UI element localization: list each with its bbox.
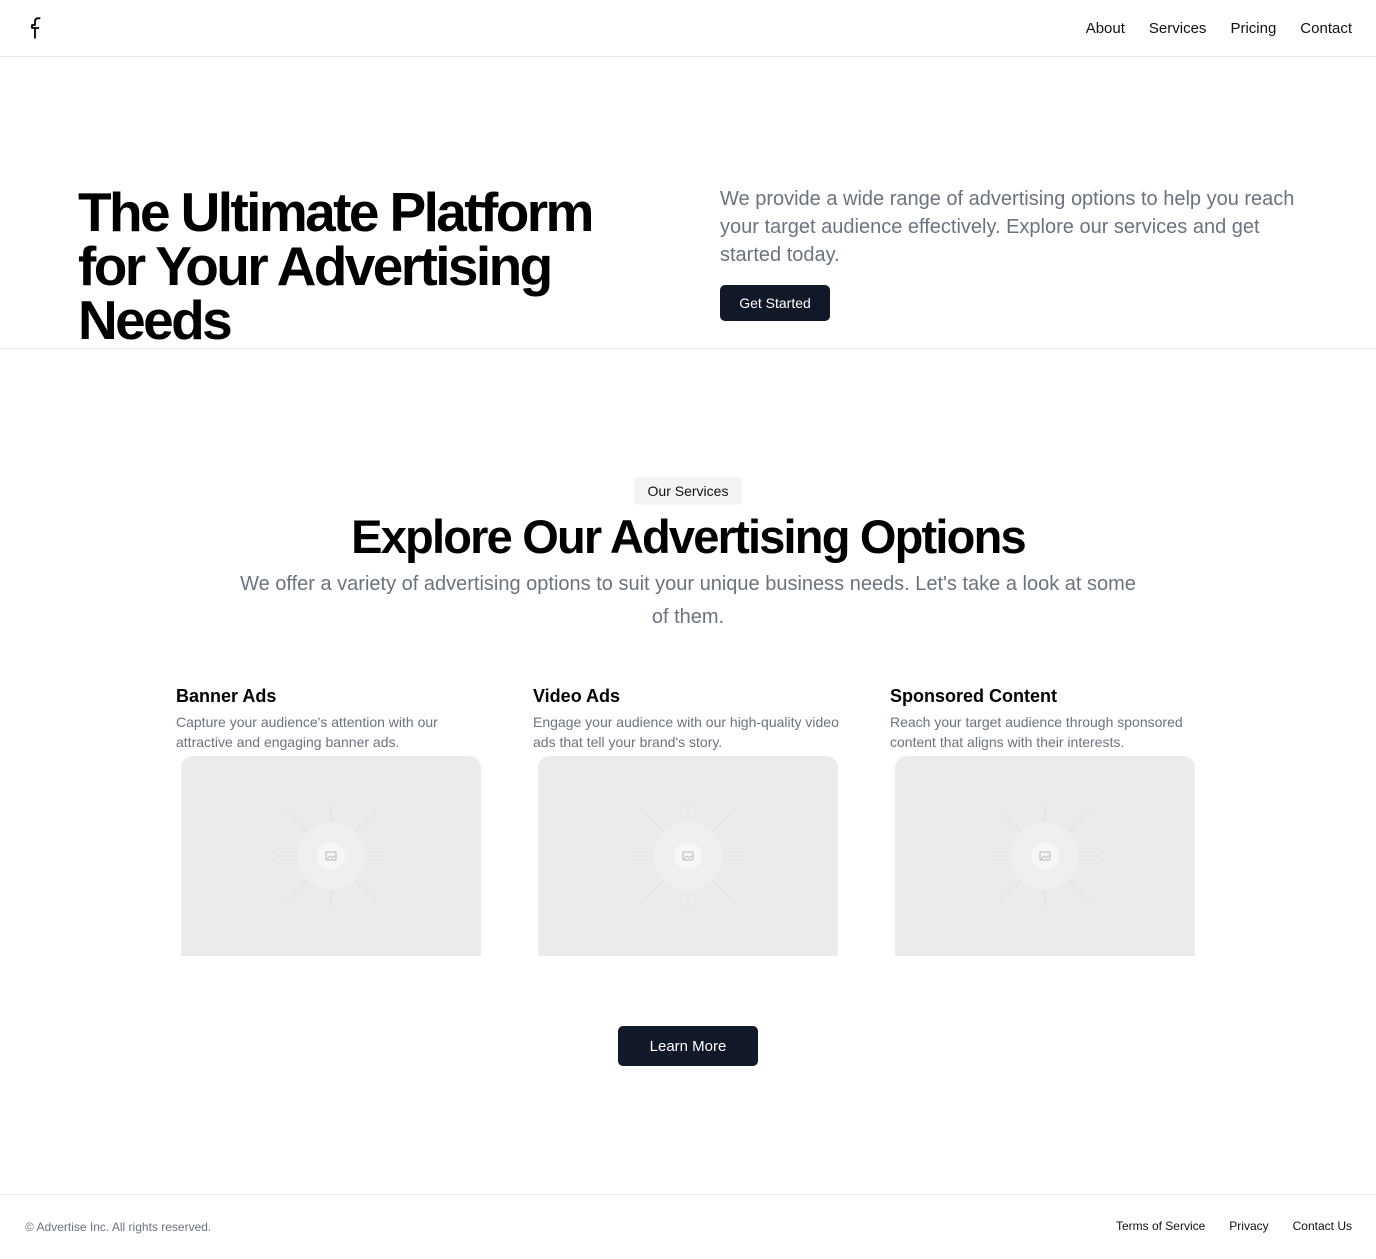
nav-link-contact[interactable]: Contact bbox=[1300, 20, 1352, 37]
card-title: Banner Ads bbox=[176, 686, 277, 706]
image-placeholder-icon bbox=[276, 804, 386, 908]
footer-link-contact[interactable]: Contact Us bbox=[1293, 1219, 1352, 1233]
nav-link-about[interactable]: About bbox=[1086, 20, 1125, 37]
card-title: Video Ads bbox=[533, 686, 621, 706]
card-image-placeholder bbox=[538, 756, 838, 956]
get-started-button[interactable]: Get Started bbox=[720, 285, 830, 321]
nav-link-pricing[interactable]: Pricing bbox=[1230, 20, 1276, 37]
service-card-sponsored-content: Sponsored Content Reach your target audi… bbox=[890, 684, 1200, 956]
image-placeholder-icon bbox=[990, 804, 1100, 908]
nav-link-services[interactable]: Services bbox=[1149, 20, 1207, 37]
hero-description: We provide a wide range of advertising o… bbox=[720, 188, 1295, 266]
card-image-placeholder bbox=[181, 756, 481, 956]
footer-nav: Terms of Service Privacy Contact Us bbox=[1116, 1219, 1352, 1233]
site-footer: © Advertise Inc. All rights reserved. Te… bbox=[0, 1194, 1376, 1259]
learn-more-button[interactable]: Learn More bbox=[618, 1026, 758, 1066]
hero-section: The Ultimate Platform for Your Advertisi… bbox=[0, 57, 1376, 349]
main-nav: About Services Pricing Contact bbox=[1086, 0, 1352, 56]
card-description: Engage your audience with our high-quali… bbox=[533, 714, 839, 750]
card-title: Sponsored Content bbox=[890, 686, 1057, 706]
services-description: We offer a variety of advertising option… bbox=[240, 573, 1136, 628]
service-card-banner-ads: Banner Ads Capture your audience's atten… bbox=[176, 684, 486, 956]
card-description: Reach your target audience through spons… bbox=[890, 714, 1183, 750]
section-badge: Our Services bbox=[634, 477, 742, 505]
card-description: Capture your audience's attention with o… bbox=[176, 714, 438, 750]
footer-link-terms[interactable]: Terms of Service bbox=[1116, 1219, 1205, 1233]
hero-title: The Ultimate Platform for Your Advertisi… bbox=[78, 181, 594, 351]
card-image-placeholder bbox=[895, 756, 1195, 956]
site-header: About Services Pricing Contact bbox=[0, 0, 1376, 57]
copyright-text: © Advertise Inc. All rights reserved. bbox=[25, 1220, 212, 1234]
image-placeholder-icon bbox=[633, 804, 743, 908]
facebook-icon[interactable] bbox=[27, 15, 45, 41]
footer-link-privacy[interactable]: Privacy bbox=[1229, 1219, 1268, 1233]
services-title: Explore Our Advertising Options bbox=[351, 510, 1026, 563]
service-card-video-ads: Video Ads Engage your audience with our … bbox=[533, 684, 843, 956]
